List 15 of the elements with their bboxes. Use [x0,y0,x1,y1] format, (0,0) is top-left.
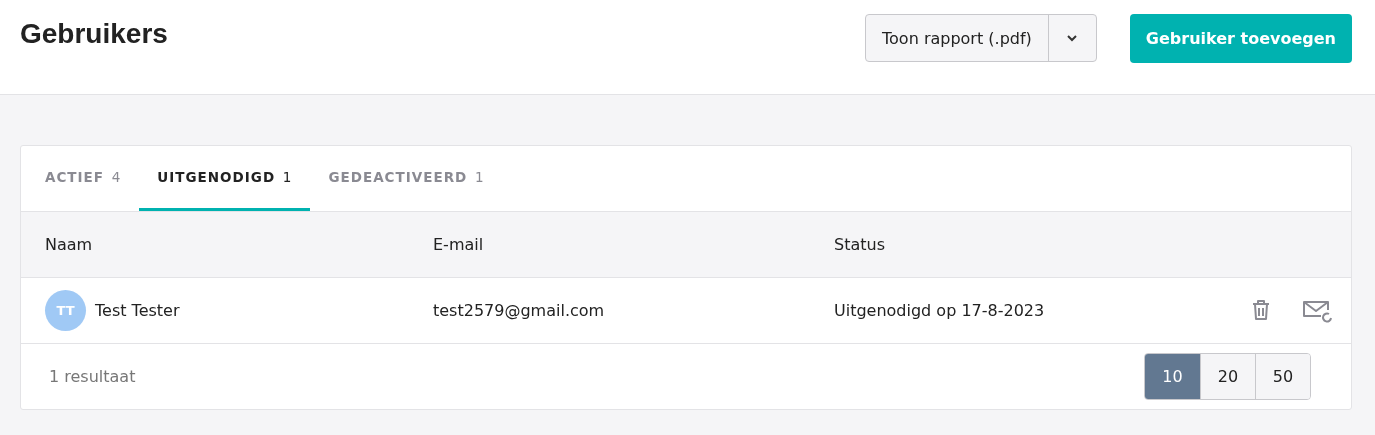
column-header: Naam [45,235,94,254]
trash-icon[interactable] [1251,298,1271,321]
table-cell-text: Uitgenodigd op 17-8-2023 [834,301,1046,320]
result-count: 1 resultaat [49,367,136,386]
chevron-down-icon [1066,34,1079,42]
page-size-button[interactable]: 50 [1255,354,1310,399]
page-size-button[interactable]: 10 [1145,354,1200,399]
page-size-button[interactable]: 20 [1200,354,1255,399]
page-title: Gebruikers [20,17,168,51]
column-header: E-mail [433,235,485,254]
column-header: Status [834,235,886,254]
table-cell: Test Tester [95,301,180,320]
mail-refresh-icon[interactable] [1301,298,1335,323]
avatar: TT [45,290,86,331]
table-cell-text: test2579@gmail.com [433,301,606,320]
